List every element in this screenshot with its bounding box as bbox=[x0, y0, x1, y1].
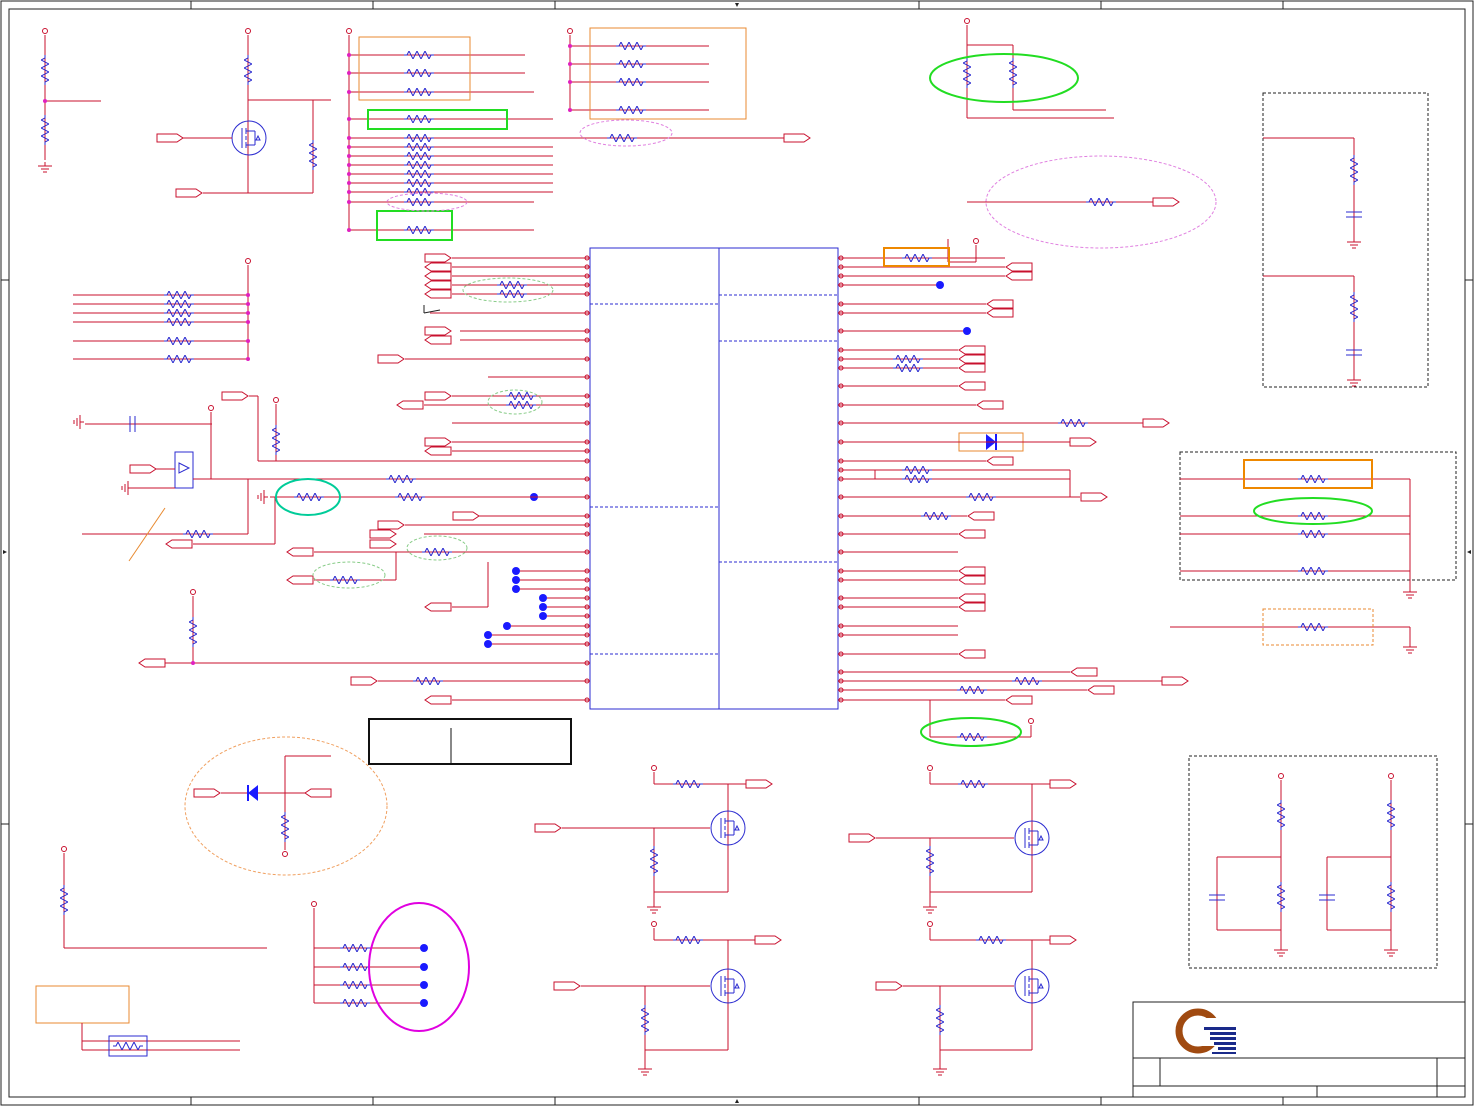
frame-center-markers bbox=[3, 3, 1471, 1103]
net-flag-icon bbox=[958, 602, 986, 612]
title-block bbox=[1132, 1001, 1466, 1098]
resistor-ladder-left bbox=[73, 258, 251, 363]
pullup-pair-topright bbox=[963, 18, 1180, 207]
net-flag-icon bbox=[958, 575, 986, 585]
net-flag-icon bbox=[958, 381, 986, 391]
pullup-lone-bottomleft bbox=[60, 846, 267, 949]
net-flag-icon bbox=[424, 289, 452, 299]
fet-switch-topleft bbox=[156, 28, 331, 198]
net-flag-icon bbox=[377, 354, 405, 364]
bank-node bbox=[347, 145, 351, 149]
buffer-section-left bbox=[73, 391, 590, 562]
net-flag-icon bbox=[1005, 695, 1033, 705]
no-connect-dot bbox=[539, 603, 547, 611]
net-flag-icon bbox=[967, 511, 995, 521]
bank-node bbox=[347, 117, 351, 121]
no-connect-dot bbox=[512, 567, 520, 575]
net-flag-icon bbox=[783, 133, 811, 143]
no-connect-dot bbox=[512, 585, 520, 593]
bank-node bbox=[347, 190, 351, 194]
net-flag-icon bbox=[424, 280, 452, 290]
fuse-bottomleft bbox=[35, 985, 240, 1057]
net-flag-icon bbox=[958, 354, 986, 364]
net-flag-icon bbox=[369, 529, 397, 539]
net-flag-icon bbox=[958, 345, 986, 355]
bank-node bbox=[347, 53, 351, 57]
divider-network-topleft bbox=[37, 28, 101, 173]
ladder-node bbox=[246, 357, 250, 361]
ic-right-pins bbox=[838, 255, 1162, 705]
bank-node bbox=[347, 136, 351, 140]
net-flag-icon bbox=[396, 400, 424, 410]
net-flag-icon bbox=[958, 529, 986, 539]
net-flag-icon bbox=[377, 520, 405, 530]
net-flag-icon bbox=[976, 400, 1004, 410]
bank-node bbox=[347, 228, 351, 232]
ladder-node bbox=[246, 302, 250, 306]
fet-drivers-bottom bbox=[534, 765, 1077, 1076]
net-flag-icon bbox=[424, 262, 452, 272]
net-flag-icon bbox=[1005, 262, 1033, 272]
net-flag-icon bbox=[424, 253, 452, 263]
net-flag-icon bbox=[452, 511, 480, 521]
net-flag-icon bbox=[369, 539, 397, 549]
bank-node bbox=[347, 172, 351, 176]
bank-node bbox=[568, 108, 572, 112]
bank-node bbox=[347, 200, 351, 204]
net-flag-icon bbox=[1087, 685, 1115, 695]
net-flag-icon bbox=[958, 363, 986, 373]
ic-left-pins bbox=[165, 253, 590, 703]
schematic-sheet bbox=[0, 0, 1474, 1106]
net-flag-icon bbox=[424, 326, 452, 336]
bank-node bbox=[347, 163, 351, 167]
net-flag-icon bbox=[986, 456, 1014, 466]
net-flag-icon bbox=[958, 593, 986, 603]
no-connect-dot bbox=[963, 327, 971, 335]
net-flag-icon bbox=[424, 391, 452, 401]
bank-node bbox=[568, 80, 572, 84]
net-flag-icon bbox=[958, 649, 986, 659]
no-connect-dot bbox=[539, 594, 547, 602]
main-ic[interactable] bbox=[589, 247, 839, 710]
no-connect-dot bbox=[512, 576, 520, 584]
no-connect-dot bbox=[503, 622, 511, 630]
no-connect-dot bbox=[539, 612, 547, 620]
bank-node bbox=[347, 181, 351, 185]
net-flag-icon bbox=[424, 437, 452, 447]
ladder-node bbox=[246, 311, 250, 315]
no-connect-dot bbox=[484, 631, 492, 639]
net-flag-icon bbox=[1070, 667, 1098, 677]
ladder-node bbox=[246, 320, 250, 324]
ladder-node bbox=[246, 339, 250, 343]
bank-node bbox=[568, 62, 572, 66]
bank-node bbox=[347, 71, 351, 75]
net-flag-icon bbox=[986, 308, 1014, 318]
no-connect-dot bbox=[936, 281, 944, 289]
no-connect-dot bbox=[484, 640, 492, 648]
rc-filter-box bbox=[1262, 92, 1429, 388]
company-logo-icon bbox=[1175, 1008, 1238, 1054]
bank-node bbox=[347, 154, 351, 158]
highlight-markers bbox=[184, 27, 1373, 1032]
divider-box-bottomright bbox=[1188, 755, 1438, 969]
net-flag-icon bbox=[424, 335, 452, 345]
bank-node bbox=[568, 44, 572, 48]
net-flag-icon bbox=[424, 271, 452, 281]
pullup-bottomleft bbox=[138, 589, 590, 668]
net-flag-icon bbox=[958, 566, 986, 576]
resistor-bank-top bbox=[346, 28, 811, 234]
frame-border bbox=[0, 0, 1474, 1106]
net-flag-icon bbox=[986, 299, 1014, 309]
termination-box-right bbox=[1170, 451, 1457, 654]
annotation-table bbox=[368, 718, 572, 765]
bank-node bbox=[347, 90, 351, 94]
net-flag-icon bbox=[1005, 271, 1033, 281]
ladder-node bbox=[246, 293, 250, 297]
net-flag-icon bbox=[424, 446, 452, 456]
diode-protection-circuit bbox=[193, 755, 332, 857]
